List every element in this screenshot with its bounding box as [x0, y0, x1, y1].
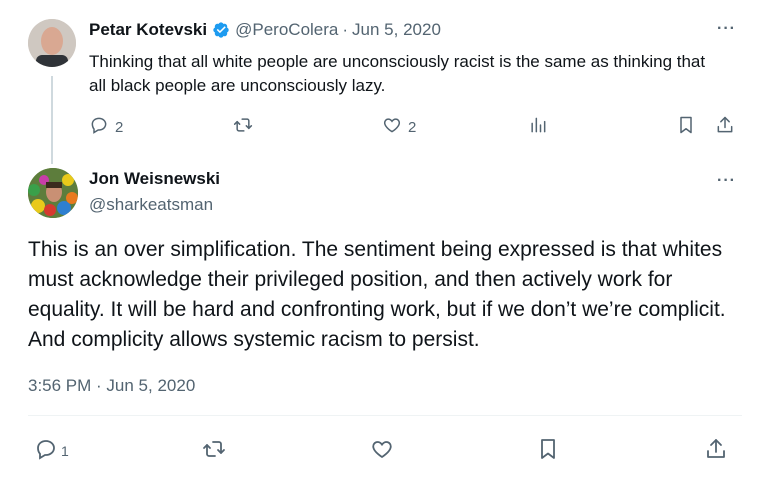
main-avatar[interactable] — [28, 168, 78, 218]
views-icon — [528, 115, 548, 139]
parent-date-link[interactable]: Jun 5, 2020 — [352, 20, 441, 40]
parent-views-button[interactable] — [528, 115, 548, 139]
main-more-options-icon[interactable]: ··· — [717, 172, 736, 190]
share-icon — [715, 115, 735, 139]
parent-like-count: 2 — [408, 118, 417, 136]
retweet-icon — [202, 437, 226, 464]
parent-tweet-text: Thinking that all white people are uncon… — [89, 52, 706, 95]
share-icon — [704, 437, 728, 464]
main-timestamp-link[interactable]: 3:56 PM · Jun 5, 2020 — [28, 376, 195, 396]
bookmark-icon — [676, 115, 696, 139]
parent-handle[interactable]: @PeroColera — [235, 20, 338, 40]
retweet-icon — [233, 115, 253, 139]
divider — [28, 415, 742, 416]
main-handle[interactable]: @sharkeatsman — [89, 195, 213, 215]
parent-share-button[interactable] — [715, 115, 735, 139]
like-icon — [370, 437, 394, 464]
parent-reply-button[interactable]: 2 — [89, 115, 123, 139]
parent-retweet-button[interactable] — [233, 115, 253, 139]
main-like-button[interactable] — [370, 437, 394, 464]
main-action-bar: 1 — [28, 437, 742, 465]
parent-avatar[interactable] — [28, 19, 76, 67]
parent-tweet[interactable]: Petar Kotevski @PeroColera · Jun 5, 2020… — [0, 0, 770, 160]
reply-icon — [89, 115, 109, 139]
main-bookmark-button[interactable] — [536, 437, 560, 464]
separator-dot: · — [342, 20, 349, 39]
main-retweet-button[interactable] — [202, 437, 226, 464]
parent-like-button[interactable]: 2 — [382, 115, 416, 139]
parent-reply-count: 2 — [115, 118, 124, 136]
parent-more-options-icon[interactable]: ··· — [717, 20, 736, 38]
reply-icon — [34, 437, 58, 464]
main-reply-count: 1 — [61, 442, 69, 459]
like-icon — [382, 115, 402, 139]
bookmark-icon — [536, 437, 560, 464]
parent-bookmark-button[interactable] — [676, 115, 696, 139]
main-tweet-text: This is an over simplification. The sent… — [28, 238, 726, 351]
parent-author-name[interactable]: Petar Kotevski — [89, 20, 207, 40]
parent-action-bar: 2 2 — [89, 115, 749, 139]
main-share-button[interactable] — [704, 437, 728, 464]
main-reply-button[interactable]: 1 — [34, 437, 69, 464]
verified-badge-icon — [212, 21, 230, 39]
main-author-name[interactable]: Jon Weisnewski — [89, 169, 220, 189]
